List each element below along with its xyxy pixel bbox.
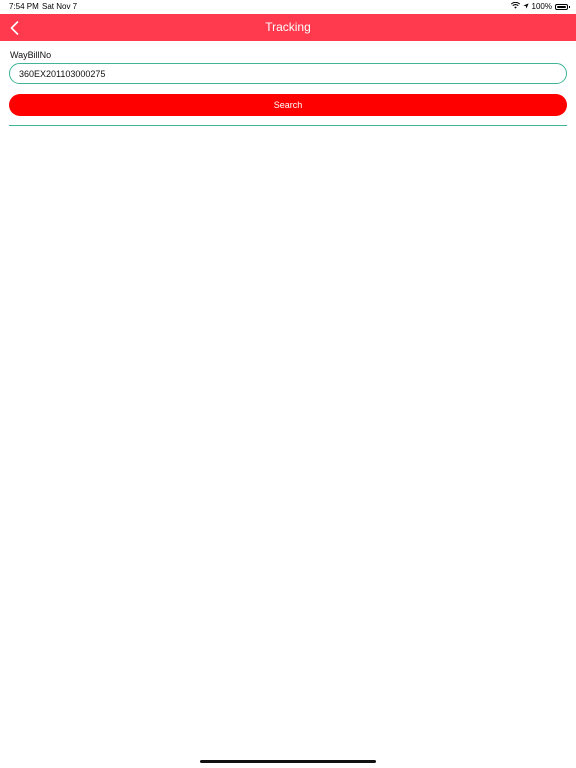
location-arrow-icon (522, 2, 529, 11)
tracking-screen: 7:54 PM Sat Nov 7 100% Tracking WayBillN… (0, 0, 576, 768)
page-title: Tracking (265, 20, 311, 34)
status-date: Sat Nov 7 (42, 2, 78, 11)
status-indicators: 100% (510, 1, 570, 11)
status-time: 7:54 PM (9, 2, 39, 11)
status-bar: 7:54 PM Sat Nov 7 100% (0, 0, 576, 14)
home-indicator[interactable] (200, 760, 376, 763)
wifi-icon (510, 1, 520, 11)
waybill-input[interactable] (9, 63, 567, 84)
navigation-bar: Tracking (0, 14, 576, 41)
battery-icon (555, 3, 570, 10)
waybill-label: WayBillNo (10, 50, 52, 60)
search-button[interactable]: Search (9, 94, 567, 116)
battery-percent: 100% (531, 2, 552, 11)
divider (9, 125, 567, 126)
